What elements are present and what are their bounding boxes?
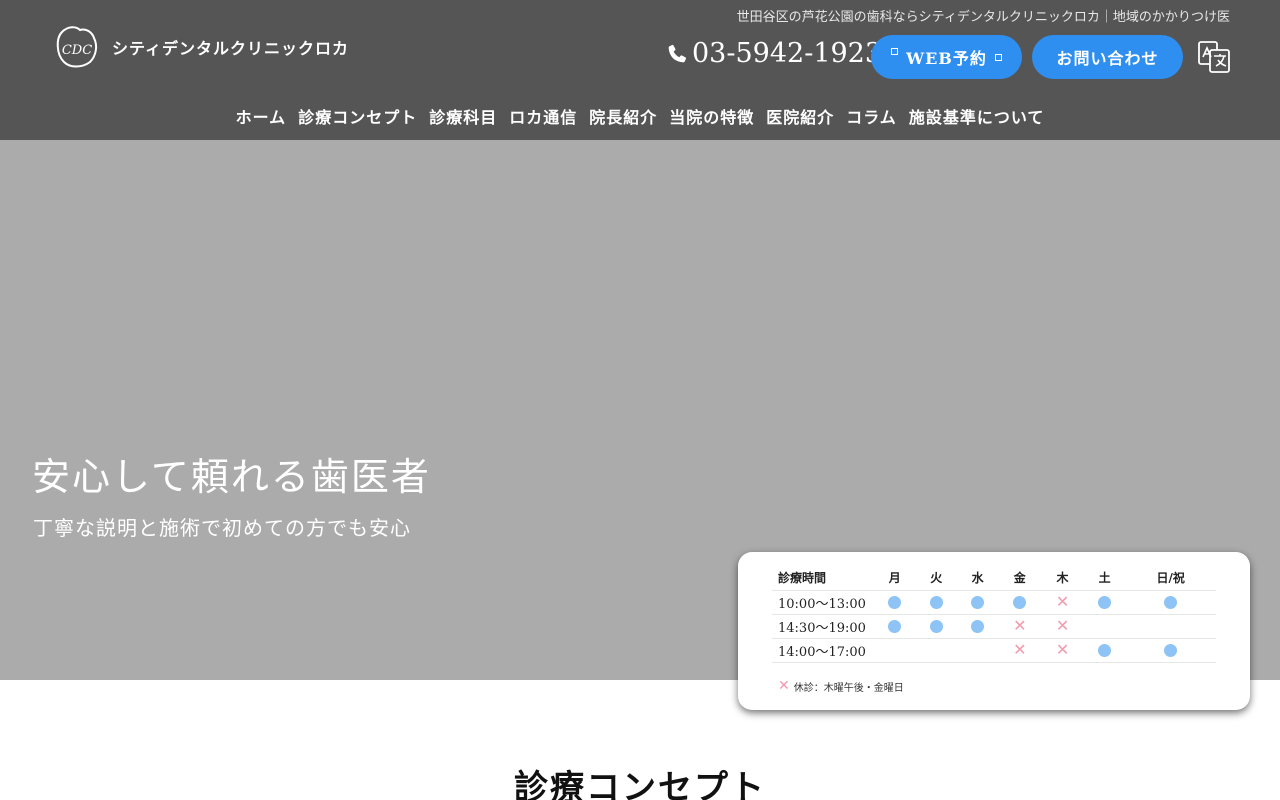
phone-contact[interactable]: 03-5942-1923 bbox=[666, 38, 882, 69]
closed-mark-icon: ✕ bbox=[1013, 640, 1027, 659]
translate-icon[interactable] bbox=[1197, 40, 1231, 74]
open-mark-icon bbox=[1164, 595, 1178, 609]
schedule-row: 14:30～19:00 ✕ ✕ bbox=[772, 613, 1216, 638]
web-reservation-button[interactable]: WEB予約 bbox=[871, 35, 1022, 79]
site-header: 世田谷区の芦花公園の歯科ならシティデンタルクリニックロカ｜地域のかかりつけ医 C… bbox=[0, 0, 1280, 140]
schedule-time-cell: 10:00～13:00 bbox=[772, 589, 874, 614]
schedule-header-cell: 火 bbox=[930, 571, 943, 586]
closed-mark-icon: ✕ bbox=[778, 678, 790, 694]
schedule-day-cell bbox=[956, 589, 999, 614]
nav-item-home[interactable]: ホーム bbox=[236, 104, 287, 128]
schedule-header-cell: 日/祝 bbox=[1156, 571, 1185, 586]
schedule-header-cell: 月 bbox=[888, 571, 901, 586]
nav-item-clinic[interactable]: 医院紹介 bbox=[766, 104, 834, 128]
schedule-header-cell: 金 bbox=[1013, 571, 1026, 586]
main-nav: ホーム 診療コンセプト 診療科目 ロカ通信 院長紹介 当院の特徴 医院紹介 コラ… bbox=[0, 104, 1280, 128]
closed-mark-icon: ✕ bbox=[1055, 616, 1070, 635]
open-mark-icon bbox=[1164, 643, 1178, 657]
schedule-day-cell: ✕ bbox=[1041, 613, 1084, 638]
schedule-day-cell bbox=[1083, 613, 1126, 638]
schedule-header-cell: 診療時間 bbox=[778, 571, 827, 586]
schedule-card: 診療時間 月 火 水 金 木 土 日/祝 10:00～13:00 ✕ 14:30～1… bbox=[738, 552, 1250, 710]
header-tagline: 世田谷区の芦花公園の歯科ならシティデンタルクリニックロカ｜地域のかかりつけ医 bbox=[736, 10, 1230, 25]
schedule-day-cell bbox=[874, 637, 916, 663]
section-title: 診療コンセプト bbox=[514, 768, 766, 800]
schedule-day-cell bbox=[915, 637, 957, 663]
schedule-day-cell bbox=[956, 613, 999, 638]
schedule-header-cell: 木 bbox=[1056, 571, 1069, 586]
nav-item-features[interactable]: 当院の特徴 bbox=[669, 104, 754, 128]
svg-text:CDC: CDC bbox=[62, 43, 92, 58]
schedule-day-cell bbox=[998, 589, 1042, 614]
open-mark-icon bbox=[888, 595, 902, 609]
logo-mark-icon: CDC bbox=[56, 26, 98, 68]
open-mark-icon bbox=[1013, 595, 1027, 609]
nav-item-facility-standards[interactable]: 施設基準について bbox=[909, 104, 1045, 128]
nav-item-news[interactable]: ロカ通信 bbox=[509, 104, 577, 128]
schedule-day-cell bbox=[1125, 637, 1216, 663]
external-link-icon bbox=[994, 53, 1002, 61]
open-mark-icon bbox=[971, 595, 985, 609]
schedule-table: 診療時間 月 火 水 金 木 土 日/祝 10:00～13:00 ✕ 14:30～1… bbox=[772, 566, 1216, 663]
schedule-day-cell bbox=[1125, 613, 1216, 638]
phone-icon bbox=[668, 44, 687, 62]
nav-item-treatments[interactable]: 診療科目 bbox=[429, 104, 497, 128]
open-mark-icon bbox=[929, 595, 943, 609]
open-mark-icon bbox=[1098, 595, 1112, 609]
logo-text: シティデンタルクリニックロカ bbox=[112, 39, 350, 58]
schedule-day-cell: ✕ bbox=[1041, 589, 1084, 614]
schedule-note-text: 休診：木曜午後・金曜日 bbox=[793, 682, 904, 694]
schedule-day-cell: ✕ bbox=[1041, 637, 1084, 663]
schedule-time-cell: 14:30～19:00 bbox=[772, 613, 874, 638]
contact-button[interactable]: お問い合わせ bbox=[1032, 35, 1183, 79]
closed-mark-icon: ✕ bbox=[1055, 640, 1070, 659]
schedule-day-cell bbox=[874, 589, 916, 614]
nav-item-column[interactable]: コラム bbox=[846, 104, 897, 128]
schedule-day-cell bbox=[1083, 589, 1126, 614]
schedule-day-cell bbox=[956, 637, 999, 663]
site-logo[interactable]: CDC シティデンタルクリニックロカ bbox=[52, 24, 349, 70]
open-mark-icon bbox=[1098, 643, 1112, 657]
schedule-day-cell: ✕ bbox=[998, 637, 1042, 663]
schedule-row: 14:00～17:00 ✕ ✕ bbox=[772, 637, 1216, 663]
schedule-header-row: 診療時間 月 火 水 金 木 土 日/祝 bbox=[772, 566, 1216, 590]
open-mark-icon bbox=[929, 619, 943, 633]
nav-item-director[interactable]: 院長紹介 bbox=[589, 104, 657, 128]
phone-number: 03-5942-1923 bbox=[692, 38, 883, 69]
schedule-header-cell: 土 bbox=[1098, 571, 1111, 586]
web-reservation-label: WEB予約 bbox=[906, 49, 987, 68]
contact-button-label: お問い合わせ bbox=[1056, 49, 1159, 68]
calendar-icon bbox=[891, 47, 899, 55]
schedule-day-cell bbox=[915, 613, 957, 638]
schedule-header-cell: 水 bbox=[971, 571, 984, 586]
schedule-day-cell bbox=[915, 589, 957, 614]
nav-item-concept[interactable]: 診療コンセプト bbox=[298, 104, 417, 128]
closed-mark-icon: ✕ bbox=[1055, 592, 1070, 611]
open-mark-icon bbox=[971, 619, 985, 633]
schedule-row: 10:00～13:00 ✕ bbox=[772, 589, 1216, 614]
schedule-day-cell: ✕ bbox=[998, 613, 1042, 638]
hero-title: 安心して頼れる歯医者 bbox=[32, 455, 431, 499]
schedule-time-cell: 14:00～17:00 bbox=[772, 637, 874, 663]
schedule-day-cell bbox=[1083, 637, 1126, 663]
closed-mark-icon: ✕ bbox=[1013, 616, 1027, 635]
schedule-day-cell bbox=[1125, 589, 1216, 614]
open-mark-icon bbox=[888, 619, 902, 633]
hero-subtitle: 丁寧な説明と施術で初めての方でも安心 bbox=[33, 516, 411, 540]
schedule-day-cell bbox=[874, 613, 916, 638]
schedule-note: ✕ 休診：木曜午後・金曜日 bbox=[772, 679, 1216, 694]
